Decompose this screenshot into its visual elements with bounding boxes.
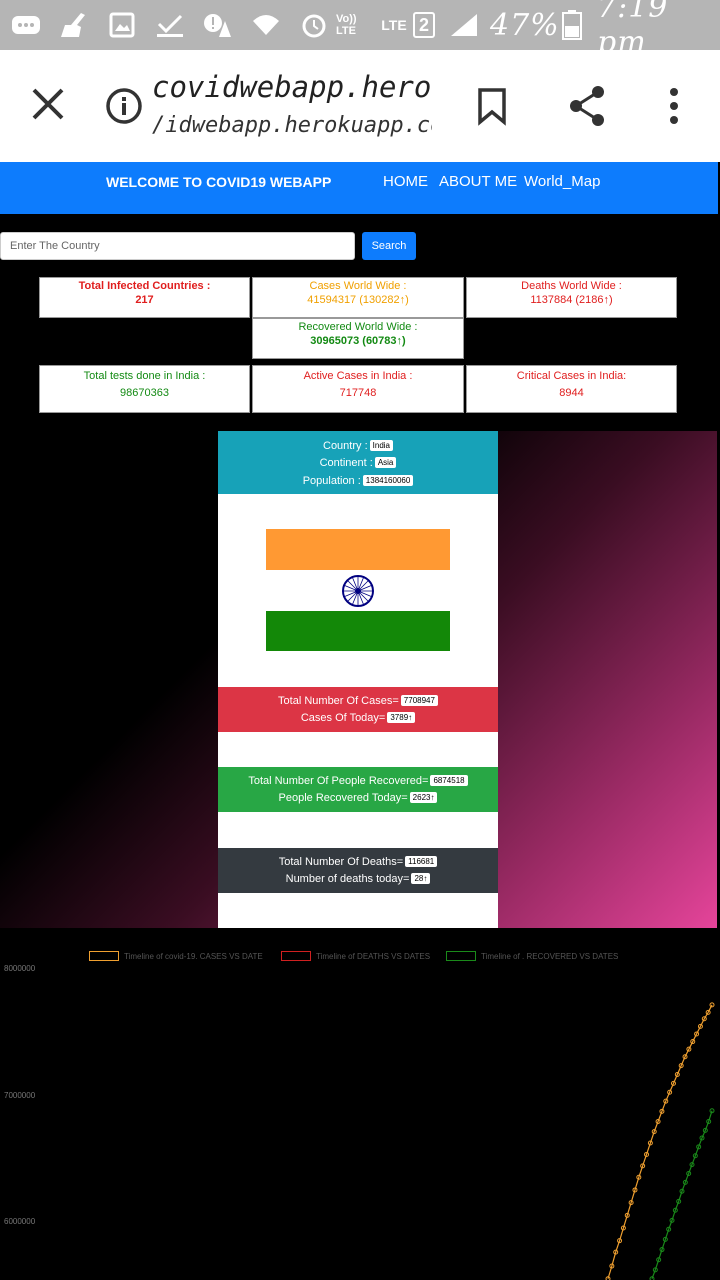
deaths-total-label: Total Number Of Deaths= [278, 856, 404, 868]
volte-icon: Vo)) LTE [336, 13, 357, 37]
alarm-icon [298, 8, 330, 42]
country-row: Country : India [218, 440, 498, 452]
country-label: Country : [323, 440, 368, 452]
deaths-today-label: Number of deaths today= [285, 873, 410, 885]
stat-value: 1137884 (2186↑) [530, 294, 613, 306]
nav-about-me[interactable]: ABOUT ME [439, 173, 517, 190]
navbar-brand[interactable]: WELCOME TO COVID19 WEBAPP [106, 174, 331, 190]
chart-plot [605, 1002, 715, 1280]
stat-label: Recovered World Wide : [298, 321, 418, 333]
check-icon [154, 8, 186, 42]
deaths-today-badge: 28↑ [411, 873, 431, 884]
flag-green-band [266, 611, 450, 651]
stat-value: 41594317 (130282↑) [307, 294, 409, 306]
signal-icon [448, 8, 480, 42]
stat-recovered-world: Recovered World Wide : 30965073 (60783↑) [252, 318, 464, 359]
stat-value: 8944 [559, 387, 584, 399]
search-button[interactable]: Search [362, 232, 416, 260]
cases-today-badge: 3789↑ [387, 712, 416, 723]
status-bar: Vo)) LTE LTE 2 47% 7:19 pm [0, 0, 720, 60]
alert-icon [202, 8, 234, 42]
page-title[interactable]: covidwebapp.hero... [152, 70, 432, 104]
sim-icon: 2 [412, 8, 436, 42]
deaths-total-badge: 116681 [405, 856, 438, 867]
stat-cases-world: Cases World Wide : 41594317 (130282↑) [252, 277, 464, 318]
stat-label: Cases World Wide : [309, 280, 407, 292]
stat-tests-india: Total tests done in India : 98670363 [39, 365, 250, 413]
stat-infected-countries: Total Infected Countries : 217 [39, 277, 250, 318]
recovered-total-badge: 6874518 [430, 775, 468, 786]
stat-critical-india: Critical Cases in India: 8944 [466, 365, 677, 413]
more-options-icon[interactable] [664, 86, 684, 126]
lte-icon: LTE [381, 17, 407, 33]
stat-label: Total Infected Countries : [78, 280, 211, 292]
cases-panel: Total Number Of Cases= 7708947 Cases Of T… [218, 687, 498, 732]
recovered-total-label: Total Number Of People Recovered= [248, 775, 429, 787]
continent-label: Continent : [319, 457, 373, 469]
cases-total-badge: 7708947 [400, 695, 438, 706]
population-label: Population : [302, 475, 361, 487]
stat-value: 98670363 [120, 387, 169, 399]
continent-badge: Asia [374, 457, 397, 468]
continent-row: Continent : Asia [218, 457, 498, 469]
battery-percent: 47% [490, 7, 560, 43]
cases-today-label: Cases Of Today= [300, 712, 386, 724]
wifi-icon [250, 8, 282, 42]
recovered-panel: Total Number Of People Recovered= 6874518… [218, 767, 498, 812]
battery-icon [560, 8, 584, 42]
stat-active-india: Active Cases in India : 717748 [252, 365, 464, 413]
stat-label: Deaths World Wide : [521, 280, 622, 292]
country-badge: India [369, 440, 393, 451]
share-icon[interactable] [566, 84, 608, 128]
recovered-today-badge: 2623↑ [409, 792, 438, 803]
nav-home[interactable]: HOME [383, 173, 428, 190]
recovered-today-row: People Recovered Today= 2623↑ [218, 792, 498, 804]
country-search-input[interactable] [0, 232, 355, 260]
country-info-header: Country : India Continent : Asia Populatio… [218, 431, 498, 494]
clock: 7:19 pm [597, 0, 669, 60]
url-text[interactable]: /idwebapp.herokuapp.com [152, 113, 432, 138]
stat-label: Active Cases in India : [303, 370, 413, 382]
message-icon [10, 8, 42, 42]
cases-total-row: Total Number Of Cases= 7708947 [218, 695, 498, 707]
flag-saffron-band [266, 529, 450, 570]
cases-today-row: Cases Of Today= 3789↑ [218, 712, 498, 724]
stat-value: 217 [135, 294, 154, 306]
recovered-total-row: Total Number Of People Recovered= 6874518 [218, 775, 498, 787]
info-icon[interactable] [104, 86, 144, 126]
population-row: Population :1384160060 [218, 475, 498, 487]
stat-deaths-world: Deaths World Wide : 1137884 (2186↑) [466, 277, 677, 318]
deaths-today-row: Number of deaths today= 28↑ [218, 873, 498, 885]
stat-value: 717748 [339, 387, 377, 399]
broom-icon [58, 8, 90, 42]
gallery-icon [108, 8, 136, 42]
recovered-today-label: People Recovered Today= [278, 792, 408, 804]
close-icon[interactable] [26, 82, 70, 126]
cases-total-label: Total Number Of Cases= [278, 695, 399, 707]
stat-label: Total tests done in India : [83, 370, 206, 382]
deaths-total-row: Total Number Of Deaths= 116681 [218, 856, 498, 868]
stat-label: Critical Cases in India: [516, 370, 627, 382]
nav-world-map[interactable]: World_Map [524, 173, 600, 190]
series-line [607, 1004, 713, 1279]
stat-value: 30965073 (60783↑) [310, 335, 406, 347]
ashoka-chakra-icon [342, 575, 374, 607]
bookmark-icon[interactable] [476, 88, 508, 126]
population-badge: 1384160060 [362, 475, 414, 486]
deaths-panel: Total Number Of Deaths= 116681 Number of … [218, 848, 498, 893]
